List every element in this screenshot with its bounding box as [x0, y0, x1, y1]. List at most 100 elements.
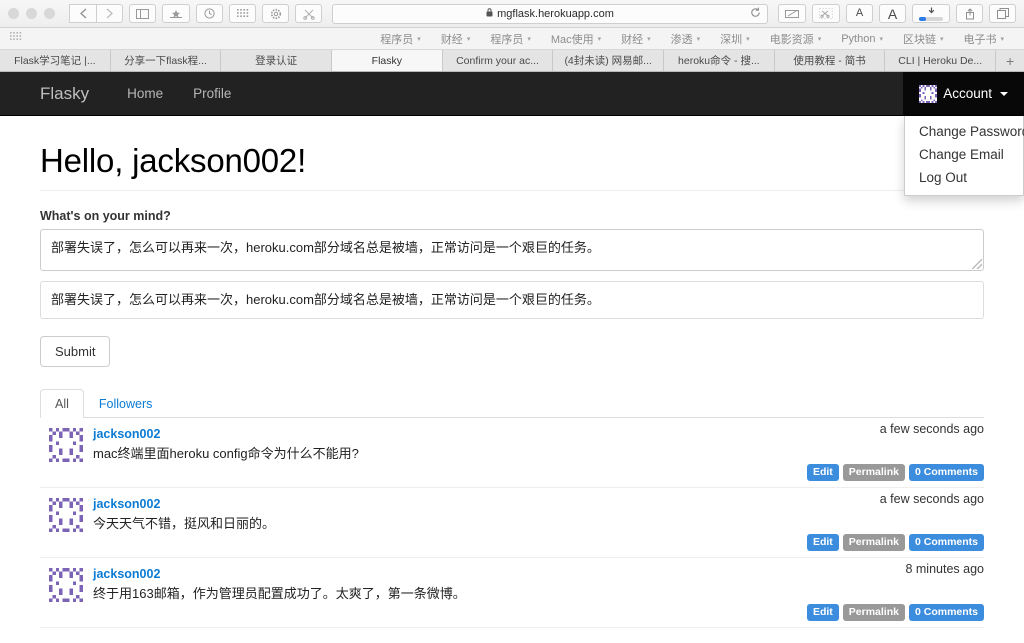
browser-tab[interactable]: (4封未读) 网易邮... [553, 50, 664, 71]
submit-button[interactable]: Submit [40, 336, 110, 367]
bookmark-item[interactable]: 财经▾ [611, 31, 661, 47]
url-display: mgflask.herokuapp.com [486, 8, 614, 20]
bookmark-item[interactable]: 渗透▾ [661, 31, 711, 47]
bookmark-label: 区块链 [903, 31, 936, 47]
bookmark-item[interactable]: 程序员▾ [370, 31, 431, 47]
browser-tab-label: Flask学习笔记 |... [14, 53, 95, 68]
chevron-down-icon: ▾ [647, 35, 651, 43]
composer-textarea-wrap [40, 229, 984, 271]
page-header: Hello, jackson002! [40, 116, 984, 191]
avatar-identicon-icon[interactable] [49, 428, 83, 462]
post-item: jackson002终于用163邮箱，作为管理员配置成功了。太爽了，第一条微博。… [40, 558, 984, 628]
browser-tab[interactable]: Flasky [332, 50, 443, 71]
post-action-0-comments[interactable]: 0 Comments [909, 464, 984, 482]
post-action-0-comments[interactable]: 0 Comments [909, 604, 984, 622]
window-controls[interactable] [8, 8, 63, 19]
reload-icon[interactable] [750, 7, 761, 21]
lock-icon [486, 8, 493, 19]
navbar-left: Flasky Home Profile [0, 72, 246, 115]
share-icon[interactable] [956, 4, 983, 23]
tab-bar: Flask学习笔记 |... 分享一下flask程... 登录认证 Flasky Con… [0, 50, 1024, 72]
chevron-down-icon: ▾ [527, 35, 531, 43]
bookmark-item[interactable]: 深圳▾ [710, 31, 760, 47]
download-progress-bar [919, 17, 943, 21]
scissors-icon[interactable] [295, 4, 322, 23]
feed-tab[interactable]: All [40, 389, 84, 418]
bookmark-label: 财经 [441, 31, 463, 47]
account-dropdown-button[interactable]: Account [903, 72, 1024, 115]
nav-button-group [69, 4, 123, 23]
browser-tab[interactable]: 分享一下flask程... [111, 50, 222, 71]
avatar-identicon-icon[interactable] [49, 498, 83, 532]
bookmarks-grid-icon[interactable] [10, 32, 22, 45]
account-menu-item[interactable]: Log Out [905, 166, 1023, 189]
zoom-window-button[interactable] [44, 8, 55, 19]
composer-textarea[interactable] [40, 229, 984, 271]
avatar-identicon-icon[interactable] [49, 568, 83, 602]
bookmark-label: 渗透 [671, 31, 693, 47]
minimize-window-button[interactable] [26, 8, 37, 19]
post-actions: EditPermalink0 Comments [807, 534, 984, 552]
bookmarks-star-icon[interactable] [162, 4, 190, 23]
site-navbar: Flasky Home Profile [0, 72, 1024, 116]
bookmark-item[interactable]: 财经 ▾ [431, 31, 481, 47]
browser-toolbar: mgflask.herokuapp.com A A [0, 0, 1024, 28]
bookmark-item[interactable]: Mac使用▾ [541, 31, 611, 47]
account-menu-item[interactable]: Change Email [905, 143, 1023, 166]
browser-tab[interactable]: 登录认证 [221, 50, 332, 71]
post-list: jackson002mac终端里面heroku config命令为什么不能用?a… [40, 418, 984, 628]
bookmark-label: Python [841, 33, 875, 45]
bookmark-item[interactable]: 区块链▾ [893, 31, 954, 47]
post-author-link[interactable]: jackson002 [93, 497, 984, 511]
apps-grid-icon[interactable] [229, 4, 256, 23]
post-author-link[interactable]: jackson002 [93, 427, 984, 441]
browser-tab-label: Flasky [372, 55, 402, 67]
browser-tab-label: 分享一下flask程... [124, 53, 207, 68]
back-button[interactable] [69, 4, 96, 23]
new-tab-button[interactable]: + [996, 50, 1024, 71]
font-smaller-icon[interactable]: A [846, 4, 873, 23]
browser-tab[interactable]: 使用教程 - 简书 [775, 50, 886, 71]
post-action-permalink[interactable]: Permalink [843, 464, 905, 482]
gear-icon[interactable] [262, 4, 289, 23]
post-action-0-comments[interactable]: 0 Comments [909, 534, 984, 552]
post-action-edit[interactable]: Edit [807, 464, 839, 482]
address-bar[interactable]: mgflask.herokuapp.com [332, 4, 768, 24]
sidebar-icon[interactable] [129, 4, 156, 23]
browser-tab[interactable]: Confirm your ac... [443, 50, 554, 71]
post-timestamp: 8 minutes ago [905, 562, 984, 576]
page-title: Hello, jackson002! [40, 142, 984, 180]
bookmarks-bar: 程序员▾财经▾程序员▾Mac使用▾财经▾渗透▾深圳▾电影资源▾Python▾区块… [0, 28, 1024, 50]
post-author-link[interactable]: jackson002 [93, 567, 984, 581]
nav-item-profile[interactable]: Profile [178, 72, 246, 115]
brand-link[interactable]: Flasky [40, 84, 104, 104]
textarea-resize-handle[interactable] [972, 259, 982, 269]
bookmark-item[interactable]: Python▾ [831, 33, 893, 45]
font-larger-icon[interactable]: A [879, 4, 906, 23]
annotate-pencil-icon[interactable] [778, 4, 806, 23]
post-item: jackson002今天天气不错，挺风和日丽的。a few seconds ag… [40, 488, 984, 558]
post-action-edit[interactable]: Edit [807, 534, 839, 552]
bookmark-item[interactable]: 电影资源▾ [760, 31, 832, 47]
browser-tab[interactable]: heroku命令 - 搜... [664, 50, 775, 71]
browser-tab[interactable]: Flask学习笔记 |... [0, 50, 111, 71]
post-action-permalink[interactable]: Permalink [843, 534, 905, 552]
post-action-edit[interactable]: Edit [807, 604, 839, 622]
close-window-button[interactable] [8, 8, 19, 19]
downloads-icon[interactable] [912, 4, 950, 23]
bookmark-item[interactable]: 电子书▾ [953, 31, 1014, 47]
feed-tab[interactable]: Followers [84, 389, 168, 418]
bookmark-item[interactable]: 程序员▾ [480, 31, 541, 47]
account-menu-item[interactable]: Change Password [905, 120, 1023, 143]
forward-button[interactable] [96, 4, 123, 23]
browser-tab[interactable]: CLI | Heroku De... [885, 50, 996, 71]
chevron-down-icon: ▾ [467, 35, 471, 43]
account-dropdown-menu: Change PasswordChange EmailLog Out [904, 116, 1024, 196]
nav-item-home[interactable]: Home [112, 72, 178, 115]
post-action-permalink[interactable]: Permalink [843, 604, 905, 622]
composer-label: What's on your mind? [40, 209, 984, 223]
clip-scissors-icon[interactable] [812, 4, 840, 23]
tab-overview-icon[interactable] [989, 4, 1016, 23]
browser-tab-label: (4封未读) 网易邮... [564, 53, 652, 68]
history-clock-icon[interactable] [196, 4, 223, 23]
